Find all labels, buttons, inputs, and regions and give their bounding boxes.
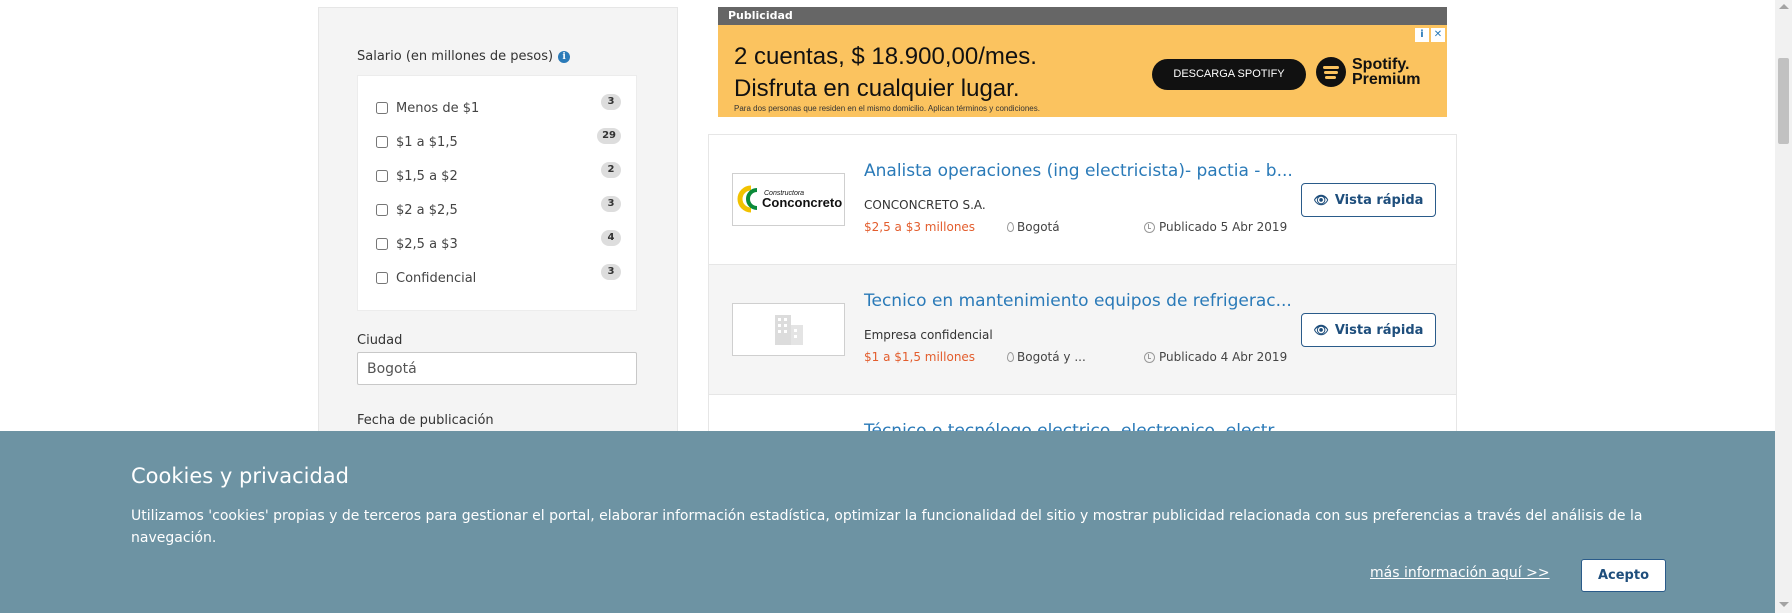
count-badge: 2 [601,162,621,178]
ad-subheadline: Disfruta en cualquier lugar. [734,75,1020,102]
salary-checkbox[interactable] [376,204,388,216]
job-card[interactable]: Tecnico en mantenimiento equipos de refr… [709,265,1456,395]
job-company: Empresa confidencial [864,328,993,342]
job-date-text: Publicado 5 Abr 2019 [1159,220,1288,234]
spotify-wordmark: Spotify. Premium [1352,56,1421,88]
ad-controls: i ✕ [1415,28,1445,42]
salary-option[interactable]: Menos de $1 3 [376,94,621,118]
page: Salario (en millones de pesos) i Menos d… [0,0,1792,613]
count-badge: 4 [601,230,621,246]
salary-checkbox[interactable] [376,272,388,284]
more-info-link[interactable]: más información aquí >> [1370,565,1550,581]
ad-info-icon[interactable]: i [1415,28,1429,42]
company-logo[interactable]: Constructora Conconcreto [732,173,845,226]
eye-icon: 👁 [1313,193,1329,207]
job-title-link[interactable]: Tecnico en mantenimiento equipos de refr… [864,291,1292,311]
job-city-text: Bogotá [1017,220,1060,234]
job-company: CONCONCRETO S.A. [864,198,986,212]
count-badge: 3 [601,94,621,110]
svg-text:Conconcreto: Conconcreto [762,195,842,210]
location-pin-icon [1007,352,1014,362]
scrollbar-thumb[interactable] [1778,58,1789,144]
building-icon [775,315,803,345]
quick-view-button[interactable]: 👁 Vista rápida [1301,183,1436,217]
salary-checkbox[interactable] [376,170,388,182]
job-title-link[interactable]: Analista operaciones (ing electricista)-… [864,161,1293,181]
ad-footnote: Para dos personas que residen en el mism… [734,104,1040,113]
salary-option-label: $1,5 a $2 [396,168,458,184]
salary-checkbox[interactable] [376,102,388,114]
job-salary: $1 a $1,5 millones [864,350,976,364]
salary-option[interactable]: Confidencial 3 [376,264,621,288]
city-input[interactable] [357,352,637,385]
count-badge: 3 [601,196,621,212]
info-icon[interactable]: i [558,50,571,63]
cookie-banner: Cookies y privacidad Utilizamos 'cookies… [0,431,1775,613]
ad-headline: 2 cuentas, $ 18.900,00/mes. [734,43,1037,70]
salary-option[interactable]: $2,5 a $3 4 [376,230,621,254]
salary-option-label: $2,5 a $3 [396,236,458,252]
clock-icon [1144,351,1155,363]
quick-view-button[interactable]: 👁 Vista rápida [1301,313,1436,347]
scroll-up-arrow-icon[interactable] [1779,4,1789,9]
job-location: Bogotá [1007,220,1060,234]
page-scrollbar[interactable] [1775,0,1792,613]
count-badge: 3 [601,264,621,280]
location-pin-icon [1007,222,1014,232]
salary-option-label: Menos de $1 [396,100,480,116]
ad-header: Publicidad [718,7,1447,25]
job-city-text: Bogotá y ... [1017,350,1086,364]
clock-icon [1144,221,1155,233]
quick-view-label: Vista rápida [1334,192,1424,208]
conconcreto-logo-icon: Constructora Conconcreto [737,185,842,213]
ad-banner[interactable]: Publicidad i ✕ 2 cuentas, $ 18.900,00/me… [718,7,1447,117]
job-date-text: Publicado 4 Abr 2019 [1159,350,1288,364]
salary-filter-label: Salario (en millones de pesos) [357,49,554,64]
salary-option[interactable]: $1 a $1,5 29 [376,128,621,152]
salary-filter-list: Menos de $1 3 $1 a $1,5 29 $1,5 a $2 2 $… [357,75,637,311]
salary-checkbox[interactable] [376,136,388,148]
salary-checkbox[interactable] [376,238,388,250]
date-filter-label: Fecha de publicación [357,413,494,428]
scroll-down-arrow-icon[interactable] [1779,602,1789,607]
job-salary: $2,5 a $3 millones [864,220,976,234]
ad-close-icon[interactable]: ✕ [1431,28,1445,42]
company-logo[interactable] [732,303,845,356]
count-badge: 29 [597,128,621,144]
accept-cookies-button[interactable]: Acepto [1581,559,1666,592]
eye-icon: 👁 [1313,323,1329,337]
job-location: Bogotá y ... [1007,350,1086,364]
salary-option[interactable]: $2 a $2,5 3 [376,196,621,220]
salary-option-label: Confidencial [396,270,477,286]
salary-filter-title: Salario (en millones de pesos) i [357,49,571,64]
salary-option-label: $2 a $2,5 [396,202,458,218]
cookie-title: Cookies y privacidad [131,464,349,488]
city-filter-label: Ciudad [357,333,403,348]
job-card[interactable]: Constructora Conconcreto Analista operac… [709,135,1456,265]
ad-cta-button[interactable]: DESCARGA SPOTIFY [1152,59,1306,90]
quick-view-label: Vista rápida [1334,322,1424,338]
salary-option[interactable]: $1,5 a $2 2 [376,162,621,186]
spotify-logo-icon [1316,57,1346,87]
spotify-brand: Spotify. Premium [1316,56,1421,88]
job-date: Publicado 4 Abr 2019 [1144,350,1287,364]
salary-option-label: $1 a $1,5 [396,134,458,150]
job-date: Publicado 5 Abr 2019 [1144,220,1287,234]
cookie-text: Utilizamos 'cookies' propias y de tercer… [131,508,1643,546]
